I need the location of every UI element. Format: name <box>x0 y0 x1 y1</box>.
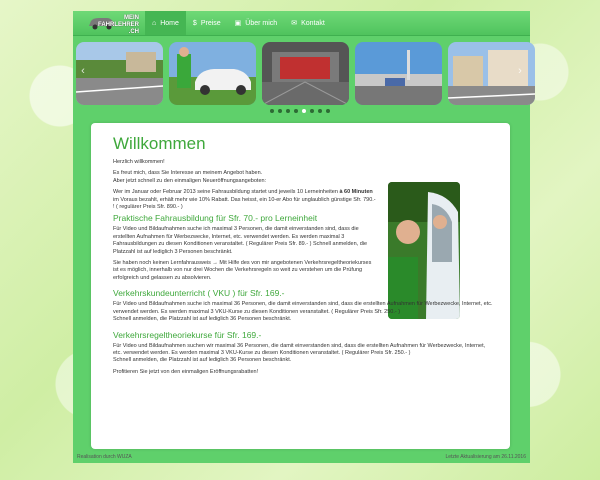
home-icon: ⌂ <box>152 19 157 27</box>
heading-vku: Verkehrskundeunterricht ( VKU ) für Sfr.… <box>113 288 285 299</box>
chevron-left-icon[interactable]: ‹ <box>77 64 89 78</box>
intro-text-1: Es freut mich, dass Sie Interesse an mei… <box>113 170 263 177</box>
theorie-text-1: Für Video und Bildaufnahmen suchen wir m… <box>113 342 486 356</box>
heading-theorie: Verkehrsregeltheoriekurse für Sfr. 169.- <box>113 329 262 340</box>
nav-item-label: Kontakt <box>301 19 325 27</box>
nav-item-ueber-mich[interactable]: ▣ Über mich <box>228 11 285 35</box>
heading-praktisch: Praktische Fahrausbildung für Sfr. 70.- … <box>113 213 318 224</box>
carousel-dots <box>270 109 330 113</box>
user-card-icon: ▣ <box>234 20 242 27</box>
offer-text: Wer im Januar oder Februar 2013 seine Fa… <box>113 189 378 211</box>
nav-item-label: Über mich <box>245 19 278 27</box>
lernfahr-text: Sie haben noch keinen Lernfahrausweis → … <box>113 260 372 281</box>
navbar: MEIN FAHRLEHRER .CH ⌂ Home $ Preise ▣ Üb… <box>73 11 530 36</box>
mail-icon: ✉ <box>291 20 298 27</box>
nav-item-label: Home <box>160 19 179 27</box>
carousel-dot-active[interactable] <box>302 109 306 113</box>
nav-item-home[interactable]: ⌂ Home <box>145 11 186 35</box>
carousel-dot[interactable] <box>270 109 274 113</box>
site-container: MEIN FAHRLEHRER .CH ⌂ Home $ Preise ▣ Üb… <box>73 11 535 463</box>
carousel-dot[interactable] <box>310 109 314 113</box>
carousel-slide-parking[interactable] <box>355 42 442 105</box>
nav-item-label: Preise <box>200 19 221 27</box>
footer-updated: Letzte Aktualisierung am 26.11.2016 <box>445 454 526 460</box>
carousel-dot[interactable] <box>278 109 282 113</box>
offer-text-bold: à 60 Minuten <box>339 189 373 196</box>
main-content: Willkommen Herzlich willkommen! Es freut… <box>91 123 510 449</box>
vku-text-2: Schnell anmelden, die Platzzahl ist auf … <box>113 316 292 323</box>
praktisch-text: Für Video und Bildaufnahmen suche ich ma… <box>113 226 368 255</box>
vku-text-1: Für Video und Bildaufnahmen suche ich ma… <box>113 301 493 315</box>
footer: Realisation durch WUZA Letzte Aktualisie… <box>73 452 530 462</box>
offer-text-post: im Voraus bezahlt, erhält mehr wie 10% R… <box>113 196 376 211</box>
carousel-slide-street[interactable] <box>76 42 163 105</box>
nav-item-preise[interactable]: $ Preise <box>186 11 228 35</box>
logo-line-2: FAHRLEHRER <box>97 22 139 28</box>
article: Willkommen Herzlich willkommen! Es freut… <box>113 133 493 376</box>
carousel-dot[interactable] <box>294 109 298 113</box>
nav-item-kontakt[interactable]: ✉ Kontakt <box>284 11 332 35</box>
dollar-icon: $ <box>192 19 197 27</box>
carousel-slide-tunnel[interactable] <box>262 42 349 105</box>
greeting-text: Herzlich willkommen! <box>113 159 165 165</box>
carousel-dot[interactable] <box>318 109 322 113</box>
carousel-dot[interactable] <box>326 109 330 113</box>
carousel-dot[interactable] <box>286 109 290 113</box>
page-title: Willkommen <box>113 134 206 153</box>
logo[interactable]: MEIN FAHRLEHRER .CH <box>77 11 141 35</box>
theorie-text-2: Schnell anmelden, die Platzzahl ist auf … <box>113 357 292 364</box>
offer-text-pre: Wer im Januar oder Februar 2013 seine Fa… <box>113 189 338 196</box>
nav-menu: ⌂ Home $ Preise ▣ Über mich ✉ Kontakt <box>145 11 332 35</box>
carousel-slide-instructor-car[interactable] <box>169 42 256 105</box>
intro-text-2: Aber jetzt schnell zu den einmaligen Neu… <box>113 177 267 184</box>
carousel-slides <box>76 42 535 105</box>
footer-credit[interactable]: Realisation durch WUZA <box>73 454 136 460</box>
closing-text: Profitieren Sie jetzt von den einmaligen… <box>113 368 259 375</box>
image-carousel: ‹ › <box>73 36 535 119</box>
chevron-right-icon[interactable]: › <box>514 64 526 78</box>
logo-line-1: MEIN <box>124 15 139 21</box>
logo-text: MEIN FAHRLEHRER .CH <box>95 15 139 36</box>
logo-line-3: .CH <box>128 29 139 35</box>
